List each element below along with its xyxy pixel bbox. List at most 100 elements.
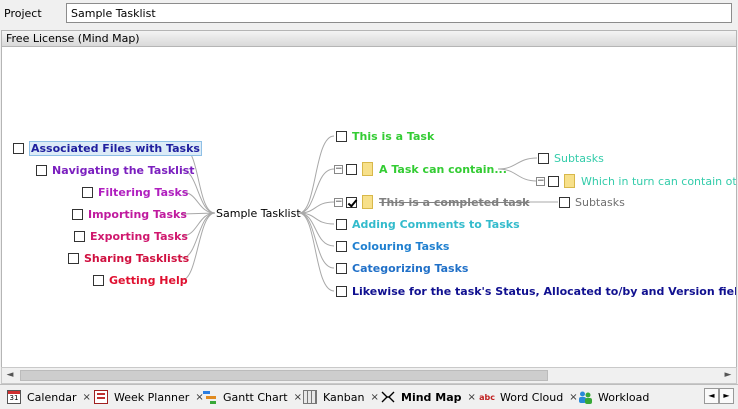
task-checkbox[interactable] [559,196,570,208]
sub-node-subtasks-a[interactable]: Subtasks [538,150,604,166]
note-icon[interactable] [564,174,575,188]
task-checkbox-checked[interactable] [346,196,357,208]
left-node-7[interactable]: Getting Help [93,272,188,288]
mind-map-root[interactable]: Sample Tasklist [216,205,301,221]
sub-node-subtasks-b[interactable]: Subtasks [559,194,625,210]
close-icon[interactable]: × [370,392,378,403]
mind-map-canvas[interactable]: Sample Tasklist Associated Files with Ta… [1,47,737,367]
tabs-prev-button[interactable]: ◄ [704,388,719,404]
right-node-2[interactable]: − A Task can contain... [334,161,507,177]
sub-node-nested[interactable]: − Which in turn can contain othe [536,173,736,189]
close-icon[interactable]: × [569,392,577,403]
collapse-toggle[interactable]: − [334,164,343,174]
right-node-4[interactable]: Adding Comments to Tasks [336,216,520,232]
node-label: This is a completed task [379,195,530,209]
task-checkbox[interactable] [68,252,79,264]
mind-map-icon [381,390,395,404]
tab-label: Word Cloud [500,390,564,404]
panel-header: Free License (Mind Map) [1,30,737,47]
close-icon[interactable]: × [82,392,90,403]
task-checkbox[interactable] [13,142,24,154]
task-checkbox[interactable] [346,163,357,175]
node-label: Adding Comments to Tasks [352,217,520,231]
task-checkbox[interactable] [548,175,559,187]
node-label: Categorizing Tasks [352,261,469,275]
tab-kanban[interactable]: Kanban × [303,387,379,407]
tab-label: Mind Map [401,390,462,404]
scroll-left-arrow-icon[interactable]: ◄ [2,368,18,383]
project-input[interactable] [66,3,732,23]
week-planner-icon [94,390,108,404]
link-right-6 [298,212,335,269]
task-checkbox[interactable] [36,164,47,176]
root-label: Sample Tasklist [216,206,301,220]
node-label: Likewise for the task's Status, Allocate… [352,284,737,298]
node-label: Exporting Tasks [90,229,188,243]
left-node-5[interactable]: Exporting Tasks [74,228,188,244]
link-right-7 [298,212,335,292]
tab-word-cloud[interactable]: abc Word Cloud × [479,387,578,407]
tab-label: Calendar [27,390,77,404]
node-label: Importing Tasks [88,207,187,221]
node-label: Filtering Tasks [98,185,189,199]
calendar-icon: 31 [7,390,21,404]
project-bar: Project [0,0,738,30]
tab-calendar[interactable]: 31 Calendar × [7,387,91,407]
project-label: Project [4,7,42,20]
link-right-1 [298,135,335,214]
tab-gantt-chart[interactable]: Gantt Chart × [203,387,302,407]
close-icon[interactable]: × [294,392,302,403]
link-left-7 [181,212,216,281]
task-checkbox[interactable] [538,152,549,164]
node-label: Sharing Tasklists [84,251,190,265]
left-node-1[interactable]: Associated Files with Tasks [13,140,202,156]
left-node-3[interactable]: Filtering Tasks [82,184,188,200]
tab-workload[interactable]: Workload [578,387,649,407]
task-checkbox[interactable] [336,240,347,252]
node-label: This is a Task [352,129,435,143]
task-checkbox[interactable] [72,208,83,220]
scrollbar-thumb[interactable] [20,370,548,381]
right-node-1[interactable]: This is a Task [336,128,434,144]
node-label: A Task can contain... [379,162,507,176]
node-label: Getting Help [109,273,188,287]
left-node-6[interactable]: Sharing Tasklists [68,250,189,266]
node-label: Associated Files with Tasks [29,140,202,156]
workload-icon [578,390,592,404]
horizontal-scrollbar[interactable]: ◄ ► [1,367,737,384]
task-checkbox[interactable] [336,218,347,230]
tab-label: Gantt Chart [223,390,288,404]
node-label: Subtasks [554,151,604,165]
collapse-toggle[interactable]: − [536,176,545,186]
task-checkbox[interactable] [74,230,85,242]
link-right-5 [298,212,335,247]
close-icon[interactable]: × [468,392,476,403]
gantt-chart-icon [203,390,217,404]
right-node-6[interactable]: Categorizing Tasks [336,260,468,276]
tab-label: Week Planner [114,390,190,404]
task-checkbox[interactable] [336,262,347,274]
tab-label: Kanban [323,390,365,404]
collapse-toggle[interactable]: − [334,197,343,207]
tab-label: Workload [598,390,650,404]
tabs-next-button[interactable]: ► [719,388,734,404]
tab-mind-map[interactable]: Mind Map × [381,387,476,407]
scroll-right-arrow-icon[interactable]: ► [720,368,736,383]
kanban-icon [303,390,317,404]
task-checkbox[interactable] [82,186,93,198]
task-checkbox[interactable] [93,274,104,286]
note-icon[interactable] [362,195,373,209]
task-checkbox[interactable] [336,130,347,142]
node-label: Navigating the Tasklist [52,163,195,177]
left-node-4[interactable]: Importing Tasks [72,206,187,222]
node-label: Subtasks [575,195,625,209]
task-checkbox[interactable] [336,285,347,297]
note-icon[interactable] [362,162,373,176]
right-node-3[interactable]: − This is a completed task [334,194,530,210]
view-tabs: 31 Calendar × Week Planner × Gantt Chart… [0,384,738,409]
right-node-7[interactable]: Likewise for the task's Status, Allocate… [336,283,737,299]
right-node-5[interactable]: Colouring Tasks [336,238,449,254]
tab-week-planner[interactable]: Week Planner × [94,387,204,407]
node-label: Colouring Tasks [352,239,450,253]
left-node-2[interactable]: Navigating the Tasklist [36,162,195,178]
